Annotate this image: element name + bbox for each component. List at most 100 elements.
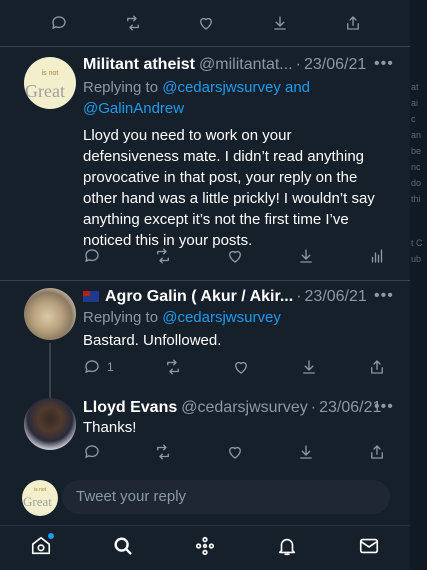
reply-button[interactable]: 1 bbox=[83, 358, 114, 376]
separator-dot: · bbox=[296, 288, 302, 305]
retweet-icon bbox=[157, 248, 170, 264]
tweet-date[interactable]: 23/06/21 bbox=[305, 288, 367, 306]
spaces-icon bbox=[195, 536, 215, 555]
download-icon bbox=[302, 360, 315, 374]
share-icon bbox=[371, 445, 383, 459]
fragment-text: do bbox=[411, 178, 422, 188]
separator-dot: · bbox=[310, 399, 317, 416]
download-icon bbox=[299, 445, 312, 459]
fragment-text: t C bbox=[411, 238, 423, 248]
separator-dot: · bbox=[295, 56, 301, 73]
reply-icon bbox=[85, 360, 99, 373]
mention-link[interactable]: @cedarsjwsurvey bbox=[162, 79, 281, 96]
mention-link[interactable]: @GalinAndrew bbox=[83, 100, 184, 117]
like-button[interactable] bbox=[232, 358, 250, 376]
mention-link[interactable]: @cedarsjwsurvey bbox=[162, 309, 281, 326]
retweet-icon bbox=[166, 359, 179, 375]
australia-flag-icon bbox=[83, 291, 99, 302]
download-icon bbox=[273, 16, 286, 30]
retweet-button[interactable] bbox=[154, 247, 172, 265]
reply-icon bbox=[85, 249, 99, 262]
avatar-text-small: is not bbox=[41, 70, 59, 77]
fragment-text: c bbox=[411, 114, 416, 124]
tweet-text-line: other hand was a little prickly! I would… bbox=[83, 190, 375, 207]
reply-icon bbox=[85, 445, 99, 458]
avatar[interactable] bbox=[24, 288, 76, 340]
notifications-icon bbox=[278, 538, 296, 555]
fragment-text: ai bbox=[411, 98, 419, 108]
heart-icon bbox=[228, 446, 241, 459]
more-options-button[interactable]: ••• bbox=[374, 55, 394, 73]
more-options-button[interactable]: ••• bbox=[374, 398, 394, 416]
fragment-text: an bbox=[411, 130, 422, 140]
fragment-text: ub bbox=[411, 254, 422, 264]
tweet-agro-galin[interactable]: Agro Galin ( Akur / Akir... · 23/06/21 •… bbox=[0, 281, 410, 399]
tweet-militant-atheist[interactable]: is not Great Militant atheist @militanta… bbox=[0, 47, 410, 280]
download-button[interactable] bbox=[300, 358, 318, 376]
display-name[interactable]: Militant atheist bbox=[83, 56, 195, 74]
composer-avatar[interactable]: is not Great bbox=[22, 480, 58, 516]
tweet-action-bar bbox=[83, 247, 386, 265]
reply-composer: is not Great Tweet your reply bbox=[0, 470, 410, 525]
nav-home[interactable] bbox=[30, 532, 54, 562]
retweet-button[interactable] bbox=[164, 358, 182, 376]
display-name[interactable]: Lloyd Evans bbox=[83, 399, 177, 417]
replying-and: and bbox=[280, 79, 311, 96]
fragment-text: nc bbox=[411, 162, 421, 172]
nav-spaces[interactable] bbox=[194, 535, 216, 562]
replying-to-label: Replying to bbox=[83, 309, 163, 326]
user-handle[interactable]: @cedarsjwsurvey bbox=[181, 399, 308, 417]
retweet-button[interactable] bbox=[124, 14, 142, 32]
adjacent-panel-fragment: at ai c an be nc do thi t C ub bbox=[410, 0, 427, 570]
tweet-lloyd-evans[interactable]: Lloyd Evans @cedarsjwsurvey · 23/06/21 •… bbox=[0, 391, 410, 471]
download-button[interactable] bbox=[271, 14, 289, 32]
avatar[interactable]: is not Great bbox=[24, 57, 76, 109]
share-icon bbox=[347, 16, 359, 30]
reply-icon bbox=[52, 16, 66, 29]
tweet-text-line: defensiveness mate. I didn’t read anythi… bbox=[83, 148, 365, 165]
reply-button[interactable] bbox=[83, 443, 101, 461]
like-button[interactable] bbox=[226, 247, 244, 265]
main-column: is not Great Militant atheist @militanta… bbox=[0, 0, 410, 570]
user-handle[interactable]: @militantat... bbox=[199, 56, 293, 74]
tweet-reply-input[interactable]: Tweet your reply bbox=[62, 480, 390, 514]
tweet-text: Lloyd you need to work on your defensive… bbox=[83, 125, 408, 251]
like-button[interactable] bbox=[197, 14, 215, 32]
share-icon bbox=[371, 360, 383, 374]
more-options-button[interactable]: ••• bbox=[374, 287, 394, 305]
tweet-date[interactable]: 23/06/21 bbox=[319, 399, 381, 417]
nav-messages[interactable] bbox=[358, 535, 380, 562]
tweet-action-bar bbox=[83, 443, 386, 461]
download-button[interactable] bbox=[297, 443, 315, 461]
heart-icon bbox=[234, 361, 247, 374]
tweet-action-bar: 1 bbox=[83, 358, 386, 376]
avatar-text-big: Great bbox=[23, 494, 52, 509]
heart-icon bbox=[228, 250, 241, 263]
like-button[interactable] bbox=[226, 443, 244, 461]
download-icon bbox=[299, 249, 312, 263]
replying-to: Replying to @cedarsjwsurvey bbox=[83, 307, 403, 328]
heart-icon bbox=[200, 17, 212, 30]
tweet-text-line: provocative in that post, your reply on … bbox=[83, 169, 358, 186]
avatar[interactable] bbox=[24, 398, 76, 450]
nav-notifications[interactable] bbox=[276, 535, 298, 562]
reply-button[interactable] bbox=[50, 14, 68, 32]
tweet-text: Thanks! bbox=[83, 419, 137, 436]
nav-search[interactable] bbox=[112, 535, 134, 562]
analytics-button[interactable] bbox=[368, 247, 386, 265]
tweet-header: Lloyd Evans @cedarsjwsurvey · 23/06/21 bbox=[83, 399, 381, 417]
download-button[interactable] bbox=[297, 247, 315, 265]
share-button[interactable] bbox=[344, 14, 362, 32]
retweet-button[interactable] bbox=[154, 443, 172, 461]
messages-icon bbox=[359, 538, 379, 553]
tweet-action-bar bbox=[50, 14, 362, 32]
tweet-text-line: anything except it’s not the first time … bbox=[83, 211, 349, 228]
tweet-header: Militant atheist @militantat... · 23/06/… bbox=[83, 56, 366, 74]
display-name[interactable]: Agro Galin ( Akur / Akir... bbox=[105, 288, 293, 306]
retweet-icon bbox=[126, 15, 139, 31]
reply-button[interactable] bbox=[83, 247, 101, 265]
share-button[interactable] bbox=[368, 443, 386, 461]
tweet-date[interactable]: 23/06/21 bbox=[304, 56, 366, 74]
tweet-header: Agro Galin ( Akur / Akir... · 23/06/21 bbox=[83, 288, 367, 306]
share-button[interactable] bbox=[368, 358, 386, 376]
